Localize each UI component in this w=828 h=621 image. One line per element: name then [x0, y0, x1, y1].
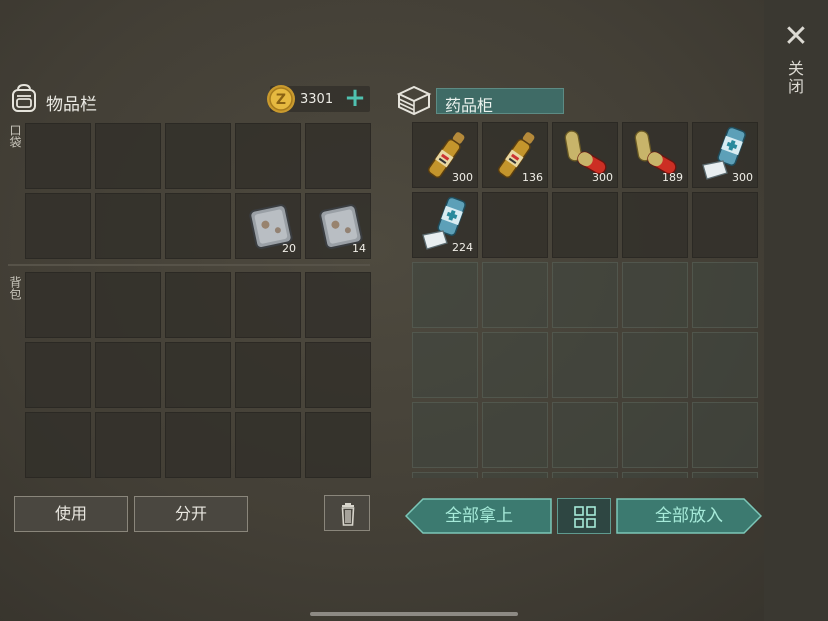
- item-quantity: 224: [452, 241, 473, 254]
- empty-slot[interactable]: [552, 402, 618, 468]
- empty-slot[interactable]: [305, 123, 371, 189]
- empty-slot[interactable]: [622, 472, 688, 478]
- backpack-icon: [12, 83, 36, 112]
- cabinet-title-field[interactable]: 药品柜: [436, 88, 564, 115]
- grid-icon: [574, 506, 596, 528]
- item-quantity: 20: [282, 242, 296, 255]
- empty-slot[interactable]: [412, 472, 478, 478]
- empty-slot[interactable]: [165, 412, 231, 478]
- empty-slot[interactable]: [482, 332, 548, 398]
- empty-slot[interactable]: [692, 262, 758, 328]
- trash-button[interactable]: [324, 495, 370, 531]
- cabinet-header: 药品柜: [396, 82, 596, 118]
- empty-slot[interactable]: [95, 342, 161, 408]
- empty-slot[interactable]: [165, 193, 231, 259]
- cabinet-slot-capsule[interactable]: 189: [622, 122, 688, 188]
- cabinet-title: 药品柜: [445, 96, 494, 115]
- empty-slot[interactable]: [622, 402, 688, 468]
- empty-slot[interactable]: [692, 402, 758, 468]
- empty-slot[interactable]: [305, 342, 371, 408]
- pocket-slot-scrap-metal[interactable]: 14: [305, 193, 371, 259]
- put-all-button[interactable]: 全部放入: [616, 498, 762, 534]
- empty-slot[interactable]: [552, 192, 618, 258]
- empty-slot[interactable]: [552, 262, 618, 328]
- inventory-title: 物品栏: [46, 95, 97, 115]
- empty-slot[interactable]: [95, 123, 161, 189]
- empty-slot[interactable]: [95, 272, 161, 338]
- empty-slot[interactable]: [482, 262, 548, 328]
- use-button[interactable]: 使用: [14, 496, 128, 532]
- empty-slot[interactable]: [95, 412, 161, 478]
- empty-slot[interactable]: [622, 192, 688, 258]
- svg-text:Z: Z: [276, 92, 286, 108]
- backpack-label: 背包: [8, 276, 22, 300]
- take-all-button[interactable]: 全部拿上: [405, 498, 553, 534]
- cabinet-slot-inhaler[interactable]: 224: [412, 192, 478, 258]
- empty-slot[interactable]: [165, 123, 231, 189]
- empty-slot[interactable]: [235, 272, 301, 338]
- put-all-label: 全部放入: [655, 506, 723, 526]
- empty-slot[interactable]: [552, 332, 618, 398]
- item-quantity: 189: [662, 171, 683, 184]
- empty-slot[interactable]: [305, 412, 371, 478]
- inventory-header: 物品栏 Z 3301 +: [8, 80, 370, 116]
- empty-slot[interactable]: [482, 472, 548, 478]
- pocket-slot-scrap-metal[interactable]: 20: [235, 193, 301, 259]
- empty-slot[interactable]: [622, 262, 688, 328]
- empty-slot[interactable]: [25, 342, 91, 408]
- close-icon[interactable]: ✕: [782, 22, 810, 52]
- coin-icon: Z: [267, 85, 295, 113]
- empty-slot[interactable]: [235, 123, 301, 189]
- grid-view-button[interactable]: [557, 498, 611, 534]
- empty-slot[interactable]: [25, 193, 91, 259]
- cabinet-slot-ampoule[interactable]: 300: [412, 122, 478, 188]
- empty-slot[interactable]: [25, 123, 91, 189]
- empty-slot[interactable]: [25, 272, 91, 338]
- empty-slot[interactable]: [412, 262, 478, 328]
- empty-slot[interactable]: [25, 412, 91, 478]
- empty-slot[interactable]: [412, 402, 478, 468]
- item-quantity: 300: [592, 171, 613, 184]
- empty-slot[interactable]: [552, 472, 618, 478]
- cabinet-slot-inhaler[interactable]: 300: [692, 122, 758, 188]
- empty-slot[interactable]: [692, 472, 758, 478]
- empty-slot[interactable]: [235, 342, 301, 408]
- split-button[interactable]: 分开: [134, 496, 248, 532]
- empty-slot[interactable]: [412, 332, 478, 398]
- pocket-label: 口袋: [8, 124, 22, 148]
- item-quantity: 14: [352, 242, 366, 255]
- item-quantity: 300: [452, 171, 473, 184]
- empty-slot[interactable]: [692, 332, 758, 398]
- cabinet-icon: [396, 85, 432, 116]
- item-quantity: 136: [522, 171, 543, 184]
- empty-slot[interactable]: [482, 402, 548, 468]
- empty-slot[interactable]: [165, 272, 231, 338]
- close-label[interactable]: 关闭: [785, 60, 806, 96]
- coin-count: 3301: [300, 92, 334, 107]
- pocket-grid: 20 14: [25, 123, 371, 259]
- empty-slot[interactable]: [235, 412, 301, 478]
- empty-slot[interactable]: [692, 192, 758, 258]
- section-divider: [8, 264, 370, 266]
- empty-slot[interactable]: [165, 342, 231, 408]
- cabinet-grid: 300 136 300 189 300 224: [412, 122, 758, 478]
- cabinet-scroll-area[interactable]: 300 136 300 189 300 224: [410, 122, 760, 478]
- empty-slot[interactable]: [622, 332, 688, 398]
- backpack-grid: [25, 272, 371, 478]
- item-quantity: 300: [732, 171, 753, 184]
- plus-icon[interactable]: +: [342, 85, 368, 112]
- empty-slot[interactable]: [482, 192, 548, 258]
- empty-slot[interactable]: [95, 193, 161, 259]
- trash-icon: [341, 503, 355, 526]
- cabinet-slot-capsule[interactable]: 300: [552, 122, 618, 188]
- take-all-label: 全部拿上: [445, 506, 513, 526]
- cabinet-slot-ampoule[interactable]: 136: [482, 122, 548, 188]
- empty-slot[interactable]: [305, 272, 371, 338]
- home-indicator[interactable]: [310, 612, 518, 616]
